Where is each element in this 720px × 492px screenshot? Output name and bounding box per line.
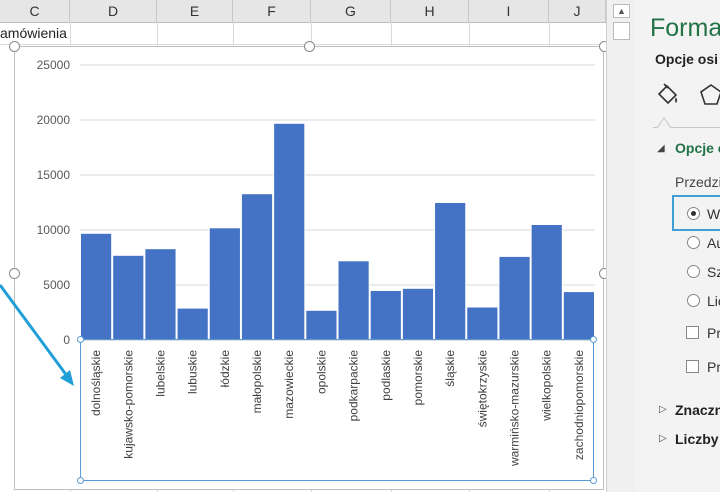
- checkbox-2-label[interactable]: Pr: [707, 359, 720, 375]
- bar: [273, 122, 306, 341]
- pane-title: Forma: [650, 14, 720, 42]
- bar: [369, 290, 402, 341]
- y-tick-label: 10000: [37, 223, 71, 237]
- arrow-icon: [0, 284, 74, 386]
- resize-handle-top[interactable]: [304, 41, 315, 52]
- radio-option-2[interactable]: [687, 236, 700, 249]
- tab-pointer-icon: [657, 117, 671, 128]
- column-header-c[interactable]: C: [0, 0, 70, 22]
- y-tick-label: 25000: [37, 58, 71, 72]
- checkbox-2[interactable]: [686, 360, 699, 373]
- format-axis-pane: Forma Opcje osi ◢ Opcje o Przedzi W Au S…: [635, 0, 720, 492]
- bar: [208, 227, 241, 341]
- axis-handle[interactable]: [77, 477, 84, 484]
- vertical-scrollbar[interactable]: ▲: [606, 0, 635, 492]
- expand-triangle-icon[interactable]: ▷: [659, 433, 667, 444]
- section-numbers[interactable]: Liczby: [675, 431, 719, 447]
- pentagon-icon[interactable]: [699, 82, 720, 108]
- column-header-d[interactable]: D: [70, 0, 157, 22]
- grid-line: [0, 44, 606, 45]
- checkbox-1[interactable]: [686, 326, 699, 339]
- collapse-triangle-icon[interactable]: ◢: [657, 143, 665, 154]
- radio-option-3[interactable]: [687, 265, 700, 278]
- column-header-g[interactable]: G: [311, 0, 391, 22]
- column-header-j[interactable]: J: [549, 0, 606, 22]
- column-header-h[interactable]: H: [391, 0, 469, 22]
- y-tick-label: 20000: [37, 113, 71, 127]
- resize-handle-right[interactable]: [599, 268, 606, 279]
- y-tick-label: 15000: [37, 168, 71, 182]
- section-tick-marks[interactable]: Znaczn: [675, 402, 720, 418]
- bar: [305, 309, 338, 341]
- expand-triangle-icon[interactable]: ▷: [659, 404, 667, 415]
- radio-option-3-label[interactable]: Sz: [707, 264, 720, 280]
- column-header-f[interactable]: F: [233, 0, 311, 22]
- resize-handle-left[interactable]: [9, 268, 20, 279]
- bar: [80, 232, 113, 341]
- radio-option-4[interactable]: [687, 294, 700, 307]
- axis-handle[interactable]: [590, 477, 597, 484]
- section-title[interactable]: Opcje o: [675, 140, 720, 156]
- bar: [176, 307, 209, 341]
- spreadsheet-area[interactable]: C D E F G H I J amówienia 25000 20000 1500…: [0, 0, 606, 492]
- column-header-e[interactable]: E: [157, 0, 233, 22]
- resize-handle-top-right[interactable]: [599, 41, 606, 52]
- scroll-up-icon[interactable]: ▲: [613, 4, 630, 18]
- resize-handle-top-left[interactable]: [9, 41, 20, 52]
- pane-subtitle[interactable]: Opcje osi: [655, 51, 718, 67]
- bar: [562, 291, 595, 341]
- column-header-i[interactable]: I: [469, 0, 549, 22]
- checkbox-1-label[interactable]: Pr: [707, 325, 720, 341]
- bar: [401, 287, 435, 341]
- column-header-bar: C D E F G H I J: [0, 0, 606, 23]
- radio-option-4-label[interactable]: Lic: [707, 293, 720, 309]
- radio-option-1[interactable]: [687, 207, 700, 220]
- bar: [434, 202, 467, 341]
- bar: [337, 260, 370, 341]
- bar: [240, 193, 274, 341]
- radio-option-1-label[interactable]: W: [707, 206, 720, 222]
- axis-selection-box[interactable]: [80, 339, 594, 481]
- axis-handle[interactable]: [590, 336, 597, 343]
- cell-text: amówienia: [0, 25, 67, 41]
- bar: [530, 224, 563, 341]
- scroll-thumb[interactable]: [613, 22, 630, 40]
- bar: [144, 248, 177, 341]
- bar: [112, 254, 145, 341]
- fill-bucket-icon[interactable]: [655, 82, 681, 110]
- section-label: Przedzi: [675, 174, 720, 190]
- radio-option-2-label[interactable]: Au: [707, 235, 720, 251]
- bar: [498, 255, 531, 341]
- bar: [466, 306, 499, 341]
